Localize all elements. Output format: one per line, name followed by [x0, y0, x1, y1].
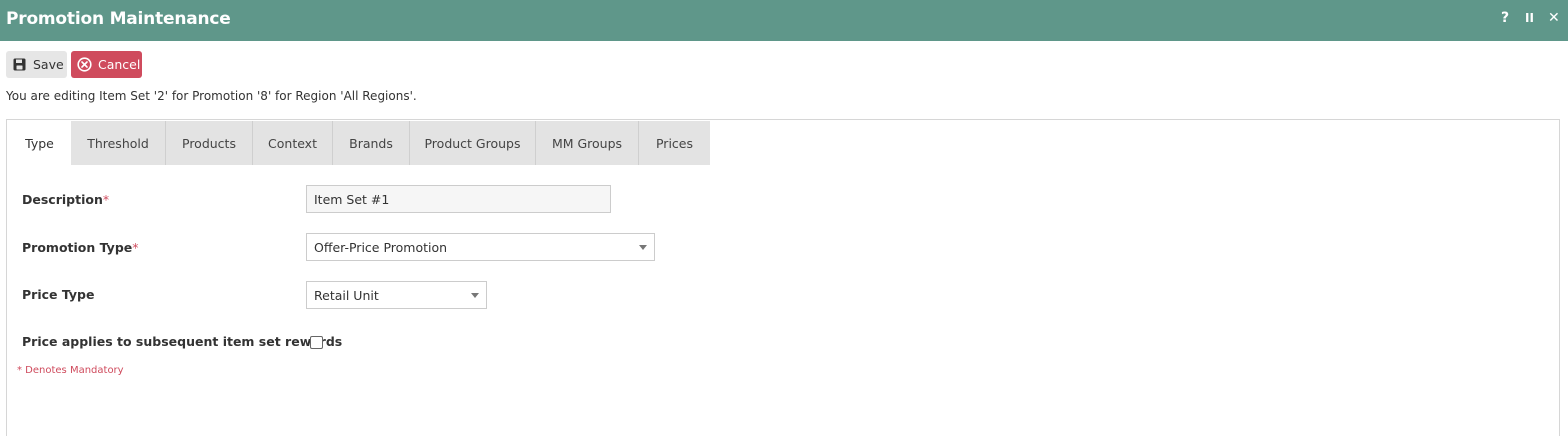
tab-product-groups[interactable]: Product Groups [410, 121, 536, 165]
promotion-type-label: Promotion Type* [22, 240, 139, 255]
cancel-button[interactable]: Cancel [71, 51, 142, 78]
tab-type[interactable]: Type [8, 121, 71, 165]
cancel-button-label: Cancel [98, 57, 141, 72]
price-type-value: Retail Unit [314, 287, 379, 303]
dropdown-arrow-icon [639, 245, 647, 250]
price-applies-label: Price applies to subsequent item set rew… [22, 334, 343, 349]
tab-brands[interactable]: Brands [333, 121, 410, 165]
tab-panel: Type Threshold Products Context Brands P… [6, 119, 1560, 436]
description-input[interactable]: Item Set #1 [306, 185, 611, 213]
required-marker: * [132, 240, 139, 255]
editing-context-message: You are editing Item Set '2' for Promoti… [6, 89, 417, 103]
tab-context[interactable]: Context [253, 121, 333, 165]
required-marker: * [102, 192, 110, 207]
window-titlebar: Promotion Maintenance ? II ✕ [0, 0, 1568, 41]
close-icon[interactable]: ✕ [1548, 10, 1560, 26]
tab-mm-groups[interactable]: MM Groups [536, 121, 639, 165]
promotion-type-value: Offer-Price Promotion [314, 239, 448, 255]
help-icon[interactable]: ? [1501, 10, 1509, 26]
price-applies-checkbox[interactable] [310, 336, 323, 349]
cancel-circle-icon [77, 57, 92, 72]
pause-icon[interactable]: II [1525, 11, 1534, 25]
floppy-disk-icon [13, 58, 26, 71]
promotion-type-select[interactable]: Offer-Price Promotion [306, 233, 655, 261]
save-button[interactable]: Save [6, 51, 67, 78]
price-type-select[interactable]: Retail Unit [306, 281, 487, 309]
tab-threshold[interactable]: Threshold [71, 121, 166, 165]
tab-prices[interactable]: Prices [639, 121, 710, 165]
tab-products[interactable]: Products [166, 121, 253, 165]
save-button-label: Save [33, 57, 64, 72]
description-label: Description* [22, 192, 110, 207]
price-type-label: Price Type [22, 287, 95, 302]
window-title: Promotion Maintenance [6, 9, 231, 29]
tab-bar: Type Threshold Products Context Brands P… [8, 121, 710, 165]
dropdown-arrow-icon [471, 293, 479, 298]
mandatory-note: * Denotes Mandatory [17, 365, 124, 376]
